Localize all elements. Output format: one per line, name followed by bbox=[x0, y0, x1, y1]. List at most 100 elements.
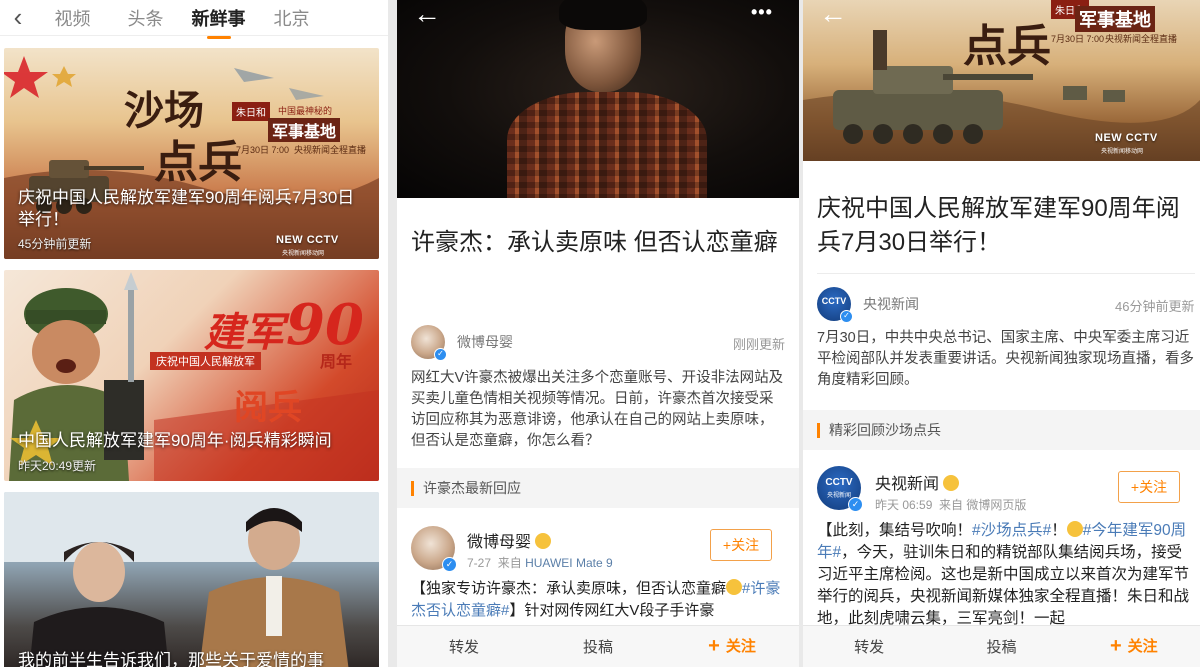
article-panel-parade: 点兵 朱日和 军事基地 7月30日 7:00 央视新闻全程直播 NEW CCTV… bbox=[803, 0, 1200, 667]
card-image-drama bbox=[4, 492, 379, 667]
post-text: 【此刻，集结号吹响！#沙场点兵#！ #今年建军90周年#，今天，驻训朱日和的精锐部… bbox=[817, 520, 1195, 630]
arrow-left-icon[interactable]: ← bbox=[413, 0, 441, 28]
news-card-parade-highlights[interactable]: 建军 90 周年 庆祝中国人民解放军 阅兵 中国人民解放军建军90周年·阅兵精彩… bbox=[4, 270, 379, 481]
post-date: 昨天 06:59 bbox=[875, 498, 933, 512]
tab-beijing[interactable]: 北京 bbox=[255, 5, 328, 31]
article-author[interactable]: CCTV ✓ 央视新闻 bbox=[817, 286, 919, 323]
article-author[interactable]: ✓ 微博母婴 bbox=[411, 324, 513, 361]
follow-bottom-button[interactable]: + 关注 bbox=[665, 635, 799, 658]
hashtag-link[interactable]: #沙场点兵# bbox=[972, 522, 1051, 539]
plus-icon: + bbox=[708, 635, 720, 657]
post-text: 【独家专访许豪杰：承认卖原味，但否认恋童癖 #许豪杰否认恋童癖#】针对网传网红大V… bbox=[411, 578, 791, 622]
author-name: 微博母婴 bbox=[457, 334, 513, 350]
author-name: 央视新闻 bbox=[863, 296, 919, 312]
author-update-time: 刚刚更新 bbox=[733, 337, 786, 352]
verified-icon: ✓ bbox=[840, 310, 853, 323]
verified-icon: ✓ bbox=[442, 557, 457, 572]
post-text-2: 】针对网传网红大V段子手许豪 bbox=[509, 602, 715, 619]
article-summary: 7月30日，中共中央总书记、国家主席、中央军委主席习近平检阅部队并发表重要讲话。… bbox=[817, 330, 1194, 388]
emoji-icon bbox=[726, 579, 743, 595]
avatar-text: CCTV bbox=[825, 477, 853, 488]
plus-icon: + bbox=[1109, 635, 1122, 657]
poster-channel: 央视新闻全程直播 bbox=[1105, 34, 1178, 44]
top-tab-bar: ‹ 视频 头条 新鲜事 北京 bbox=[0, 0, 388, 39]
submit-button[interactable]: 投稿 bbox=[531, 636, 665, 657]
article-hero-image bbox=[397, 0, 799, 198]
article-title: 庆祝中国人民解放军建军90周年阅兵7月30日举行！ bbox=[817, 195, 1180, 256]
arrow-left-icon[interactable]: ← bbox=[819, 0, 847, 28]
follow-bottom-button[interactable]: + 关注 bbox=[1068, 635, 1200, 658]
post-text-1: 【此刻，集结号吹响！ bbox=[817, 522, 973, 539]
follow-bottom-label: 关注 bbox=[1127, 638, 1158, 655]
article-title: 许豪杰：承认卖原味 但否认恋童癖 bbox=[411, 229, 778, 256]
cctv-logo-sub: 央视新闻移动网 bbox=[1101, 149, 1144, 155]
news-card-drama[interactable]: 我的前半生告诉我们，那些关于爱情的事 bbox=[4, 492, 379, 667]
repost-button[interactable]: 转发 bbox=[397, 636, 531, 657]
post-author-name[interactable]: 央视新闻 bbox=[875, 470, 960, 494]
post-source[interactable]: HUAWEI Mate 9 bbox=[525, 556, 613, 570]
crown-emoji-icon bbox=[535, 533, 552, 549]
tab-video[interactable]: 视频 bbox=[36, 5, 109, 31]
poster-headline: 军事基地 bbox=[1075, 6, 1155, 32]
crown-emoji-icon bbox=[943, 475, 960, 491]
cctv-logo: NEW CCTV bbox=[1095, 132, 1158, 144]
post-author-name-text: 微博母婴 bbox=[467, 534, 532, 551]
avatar: ✓ bbox=[411, 325, 447, 361]
article-summary: 网红大V许豪杰被爆出关注多个恋童账号、开设非法网站及买卖儿童色情相关视频等情况。… bbox=[411, 370, 784, 449]
post-avatar[interactable]: ✓ bbox=[411, 526, 457, 572]
article-panel-xu: ← ••• 许豪杰：承认卖原味 但否认恋童癖 ✓ 微博母婴 刚刚更新 网红大V许… bbox=[397, 0, 799, 667]
poster-title-2: 点兵 bbox=[154, 137, 242, 188]
post-author-name[interactable]: 微博母婴 bbox=[467, 528, 552, 552]
poster-date: 7月30日 7:00 bbox=[236, 145, 290, 155]
news-feed-panel: ‹ 视频 头条 新鲜事 北京 沙场 点兵 朱日和 中国最神秘的 军事基地 7月3… bbox=[0, 0, 388, 667]
post-meta: 昨天 06:59 来自 微博网页版 bbox=[875, 496, 1026, 513]
poster-headline: 军事基地 bbox=[268, 118, 341, 142]
chevron-left-icon[interactable]: ‹ bbox=[0, 2, 36, 33]
news-card-parade[interactable]: 沙场 点兵 朱日和 中国最神秘的 军事基地 7月30日 7:00 央视新闻全程直… bbox=[4, 48, 379, 259]
author-update-time: 46分钟前更新 bbox=[1115, 299, 1195, 314]
follow-button[interactable]: +关注 bbox=[710, 529, 772, 561]
cctv-logo: NEW CCTV bbox=[276, 234, 339, 246]
follow-bottom-label: 关注 bbox=[725, 638, 756, 655]
follow-button[interactable]: +关注 bbox=[1118, 471, 1180, 503]
card-update-time: 昨天20:49更新 bbox=[18, 459, 97, 473]
article-hero-image: 点兵 朱日和 军事基地 7月30日 7:00 央视新闻全程直播 NEW CCTV… bbox=[803, 0, 1200, 161]
cctv-logo-sub: 央视新闻移动网 bbox=[282, 251, 325, 257]
section-header: 精彩回顾沙场点兵 bbox=[803, 410, 1200, 450]
divider-line bbox=[817, 273, 1195, 274]
poster-line-1: 建军 bbox=[204, 309, 284, 356]
avatar-text: CCTV bbox=[821, 296, 847, 306]
submit-button[interactable]: 投稿 bbox=[935, 636, 1067, 657]
post-author-name-text: 央视新闻 bbox=[875, 476, 940, 493]
post-source-prefix: 来自 bbox=[939, 498, 964, 512]
post-avatar[interactable]: CCTV 央视新闻 ✓ bbox=[817, 466, 863, 512]
tab-headlines[interactable]: 头条 bbox=[109, 5, 182, 31]
poster-unit: 周年 bbox=[320, 354, 353, 371]
poster-banner: 庆祝中国人民解放军 bbox=[150, 352, 261, 370]
section-label: 许豪杰最新回应 bbox=[423, 480, 521, 496]
poster-date: 7月30日 7:00 bbox=[1051, 34, 1105, 44]
section-stripe bbox=[817, 422, 820, 438]
tab-fresh-news[interactable]: 新鲜事 bbox=[182, 5, 255, 39]
post-date: 7-27 bbox=[467, 556, 492, 570]
more-dots-icon[interactable]: ••• bbox=[751, 2, 773, 23]
hero-figure-body bbox=[507, 92, 707, 198]
verified-icon: ✓ bbox=[434, 348, 447, 361]
card-update-time: 45分钟前更新 bbox=[18, 237, 92, 251]
post-source[interactable]: 微博网页版 bbox=[966, 498, 1026, 512]
section-label: 精彩回顾沙场点兵 bbox=[829, 422, 941, 438]
post-source-prefix: 来自 bbox=[497, 556, 522, 570]
card-title: 中国人民解放军建军90周年·阅兵精彩瞬间 bbox=[18, 431, 332, 450]
card-title: 庆祝中国人民解放军建军90周年阅兵7月30日举行！ bbox=[18, 188, 355, 229]
verified-icon: ✓ bbox=[848, 497, 863, 512]
repost-button[interactable]: 转发 bbox=[803, 636, 935, 657]
hero-figure-hair bbox=[559, 0, 647, 30]
section-stripe bbox=[411, 480, 414, 496]
bottom-action-bar: 转发 投稿 + 关注 bbox=[397, 625, 799, 667]
poster-line-2: 阅兵 bbox=[234, 388, 302, 428]
avatar: CCTV ✓ bbox=[817, 287, 853, 323]
post-text-3: ，今天，驻训朱日和的精锐部队集结阅兵场，接受习近平主席检阅。这也是新中国成立以来… bbox=[817, 544, 1190, 627]
poster-tag: 中国最神秘的 bbox=[278, 106, 333, 116]
emoji-icon bbox=[1066, 521, 1083, 537]
post-text-1: 【独家专访许豪杰：承认卖原味，但否认恋童癖 bbox=[411, 580, 727, 597]
